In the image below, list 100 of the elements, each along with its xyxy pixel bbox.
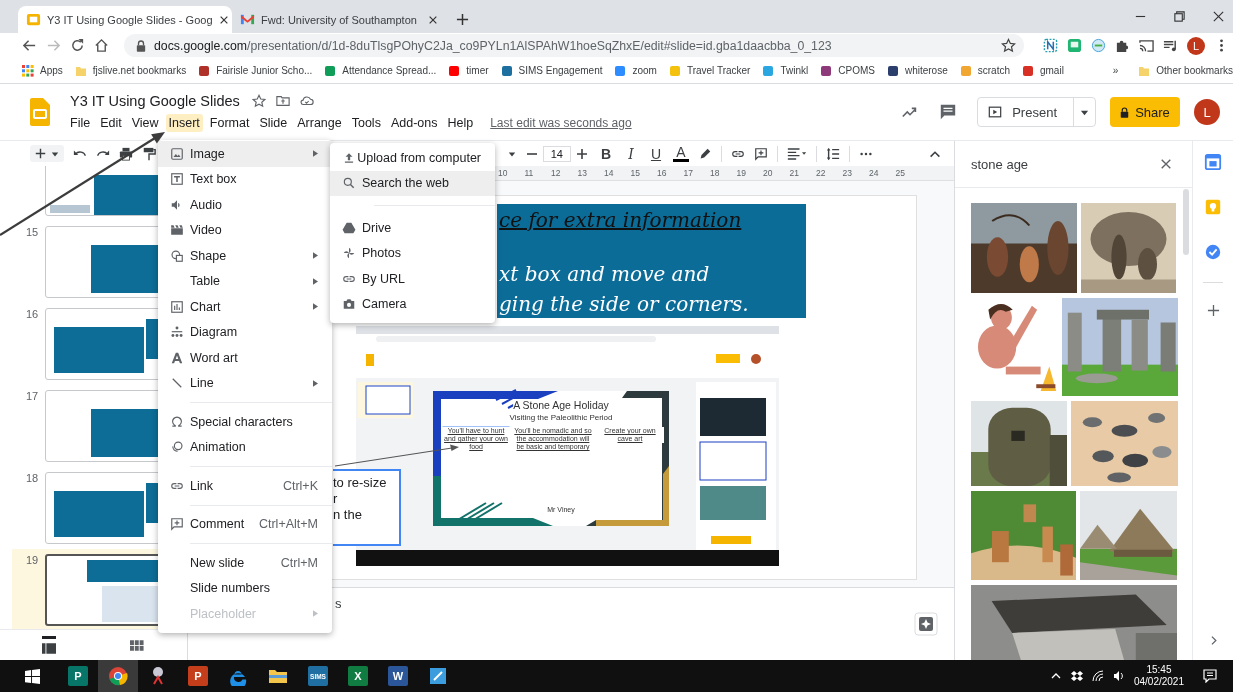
grid-view-icon[interactable]	[130, 639, 144, 651]
align-icon[interactable]	[787, 146, 807, 161]
menu-item[interactable]: Audio	[158, 192, 332, 218]
close-icon[interactable]	[1160, 158, 1172, 170]
sparkle-icon[interactable]	[914, 612, 938, 636]
folder-icon[interactable]	[275, 93, 290, 108]
menu-item[interactable]: Table	[158, 268, 332, 294]
windows-icon[interactable]	[25, 668, 40, 684]
browser-tab[interactable]: Y3 IT Using Google Slides - Goog	[18, 6, 232, 33]
calendar-icon[interactable]	[1204, 153, 1222, 171]
cast-icon[interactable]	[1139, 38, 1154, 53]
profile-avatar[interactable]: L	[1187, 36, 1205, 55]
menu-item[interactable]: Line	[158, 370, 332, 396]
taskbar-app[interactable]	[98, 660, 138, 692]
bookmark[interactable]: Apps	[22, 64, 63, 77]
extension-icon[interactable]	[1067, 38, 1082, 53]
menu-item[interactable]: Image	[158, 141, 332, 167]
new-slide-button[interactable]	[30, 145, 64, 162]
reload-icon[interactable]	[70, 38, 85, 53]
menu-item[interactable]: Link Ctrl+K	[158, 473, 332, 499]
taskbar-app[interactable]: P	[58, 660, 98, 692]
menu-item[interactable]: Slide	[256, 113, 291, 132]
pen-icon[interactable]	[698, 146, 712, 161]
taskbar-app[interactable]: X	[338, 660, 378, 692]
menu-item[interactable]: Shape	[158, 243, 332, 269]
speaker-icon[interactable]	[1112, 670, 1125, 682]
restore-icon[interactable]	[1173, 10, 1186, 23]
plus-icon[interactable]	[575, 146, 589, 161]
comment-icon[interactable]	[939, 103, 958, 121]
menu-item[interactable]: Edit	[97, 113, 125, 132]
check-circle-icon[interactable]	[1204, 243, 1222, 261]
bookmark[interactable]: Twinkl	[762, 64, 809, 77]
extension-icon[interactable]	[1043, 38, 1058, 53]
bookmark[interactable]: »	[1112, 65, 1119, 76]
print-icon[interactable]	[119, 146, 133, 161]
playlist-icon[interactable]	[1163, 38, 1178, 53]
bookmark[interactable]: Attendance Spread...	[324, 64, 437, 77]
menu-item[interactable]: File	[67, 113, 94, 132]
text-box[interactable]: to re-size r n the	[333, 469, 401, 546]
document-title[interactable]: Y3 IT Using Google Slides	[70, 92, 240, 109]
search-field[interactable]: stone age	[971, 156, 1029, 172]
format-button[interactable]: A	[673, 145, 689, 162]
back-arrow-icon[interactable]	[22, 38, 37, 53]
menu-item[interactable]: Insert	[165, 113, 203, 132]
format-button[interactable]: B	[598, 145, 614, 162]
profile-avatar[interactable]: L	[1194, 99, 1220, 125]
cloud-icon[interactable]	[299, 93, 314, 108]
home-icon[interactable]	[94, 38, 109, 53]
bookmark[interactable]: scratch	[959, 64, 1010, 77]
bookmark[interactable]: Other bookmarks	[1138, 64, 1233, 77]
bookmark[interactable]: SIMS Engagement	[500, 64, 603, 77]
menu-item[interactable]: Camera	[330, 291, 495, 317]
menu-item[interactable]: Add-ons	[387, 113, 441, 132]
close-icon[interactable]	[428, 14, 438, 25]
menu-item[interactable]: Photos	[330, 240, 495, 266]
menu-item[interactable]: Tools	[348, 113, 384, 132]
speaker-notes-text[interactable]: s	[335, 596, 342, 611]
line-spacing-icon[interactable]	[826, 146, 840, 161]
slide-banner[interactable]: ce for extra information xt box and move and ging the side or corners.	[497, 204, 806, 318]
plus-icon[interactable]	[456, 13, 469, 26]
share-button[interactable]: Share	[1110, 97, 1180, 127]
taskbar-app[interactable]: P	[178, 660, 218, 692]
close-icon[interactable]	[218, 14, 229, 25]
dropbox-icon[interactable]	[1070, 670, 1083, 682]
menu-item[interactable]: Chart	[158, 294, 332, 320]
puzzle-icon[interactable]	[1115, 38, 1130, 53]
star-icon[interactable]	[251, 93, 266, 108]
bookmark[interactable]: Fairisle Junior Scho...	[198, 64, 313, 77]
menu-item[interactable]: View	[128, 113, 162, 132]
format-button[interactable]: I	[623, 145, 639, 162]
menu-item[interactable]: Slide numbers	[158, 575, 332, 601]
last-edit-link[interactable]: Last edit was seconds ago	[490, 115, 632, 130]
bookmark[interactable]: whiterose	[886, 64, 948, 77]
address-field[interactable]: docs.google.com/presentation/d/1d-8duTlsgPOhyC2Ja_co9PYLn1AlSPAhW1hoeSqZhxE/edit#slide=id.gba1daacbba_0_123	[124, 34, 1024, 57]
menu-item[interactable]: By URL	[330, 266, 495, 292]
menu-item[interactable]: Search the web	[330, 170, 495, 196]
browser-tab[interactable]: Fwd: University of Southampton	[232, 6, 446, 33]
menu-item[interactable]: Animation	[158, 434, 332, 460]
menu-item[interactable]: New slide Ctrl+M	[158, 550, 332, 576]
present-button[interactable]: Present	[977, 97, 1096, 127]
comment-icon[interactable]	[754, 146, 768, 161]
taskbar-app[interactable]: W	[378, 660, 418, 692]
bookmark[interactable]: gmail	[1021, 64, 1064, 77]
menu-item[interactable]: Diagram	[158, 319, 332, 345]
menu-item[interactable]: Arrange	[294, 113, 345, 132]
close-icon[interactable]	[1212, 10, 1225, 23]
bookmark[interactable]: fjslive.net bookmarks	[74, 64, 187, 77]
bookmark[interactable]: timer	[448, 64, 489, 77]
bookmark[interactable]: CPOMS	[820, 64, 875, 77]
star-icon[interactable]	[1001, 38, 1016, 53]
menu-item[interactable]: Drive	[330, 215, 495, 241]
menu-item[interactable]: Special characters	[158, 409, 332, 435]
bookmark[interactable]: Travel Tracker	[668, 64, 751, 77]
format-button[interactable]: U	[648, 145, 664, 162]
list-view-icon[interactable]	[42, 636, 56, 654]
wifi-icon[interactable]	[1091, 670, 1104, 682]
notification-icon[interactable]	[1203, 669, 1217, 683]
menu-item[interactable]: Format	[206, 113, 253, 132]
caret-icon[interactable]	[507, 149, 516, 158]
paint-roller-icon[interactable]	[142, 146, 156, 161]
